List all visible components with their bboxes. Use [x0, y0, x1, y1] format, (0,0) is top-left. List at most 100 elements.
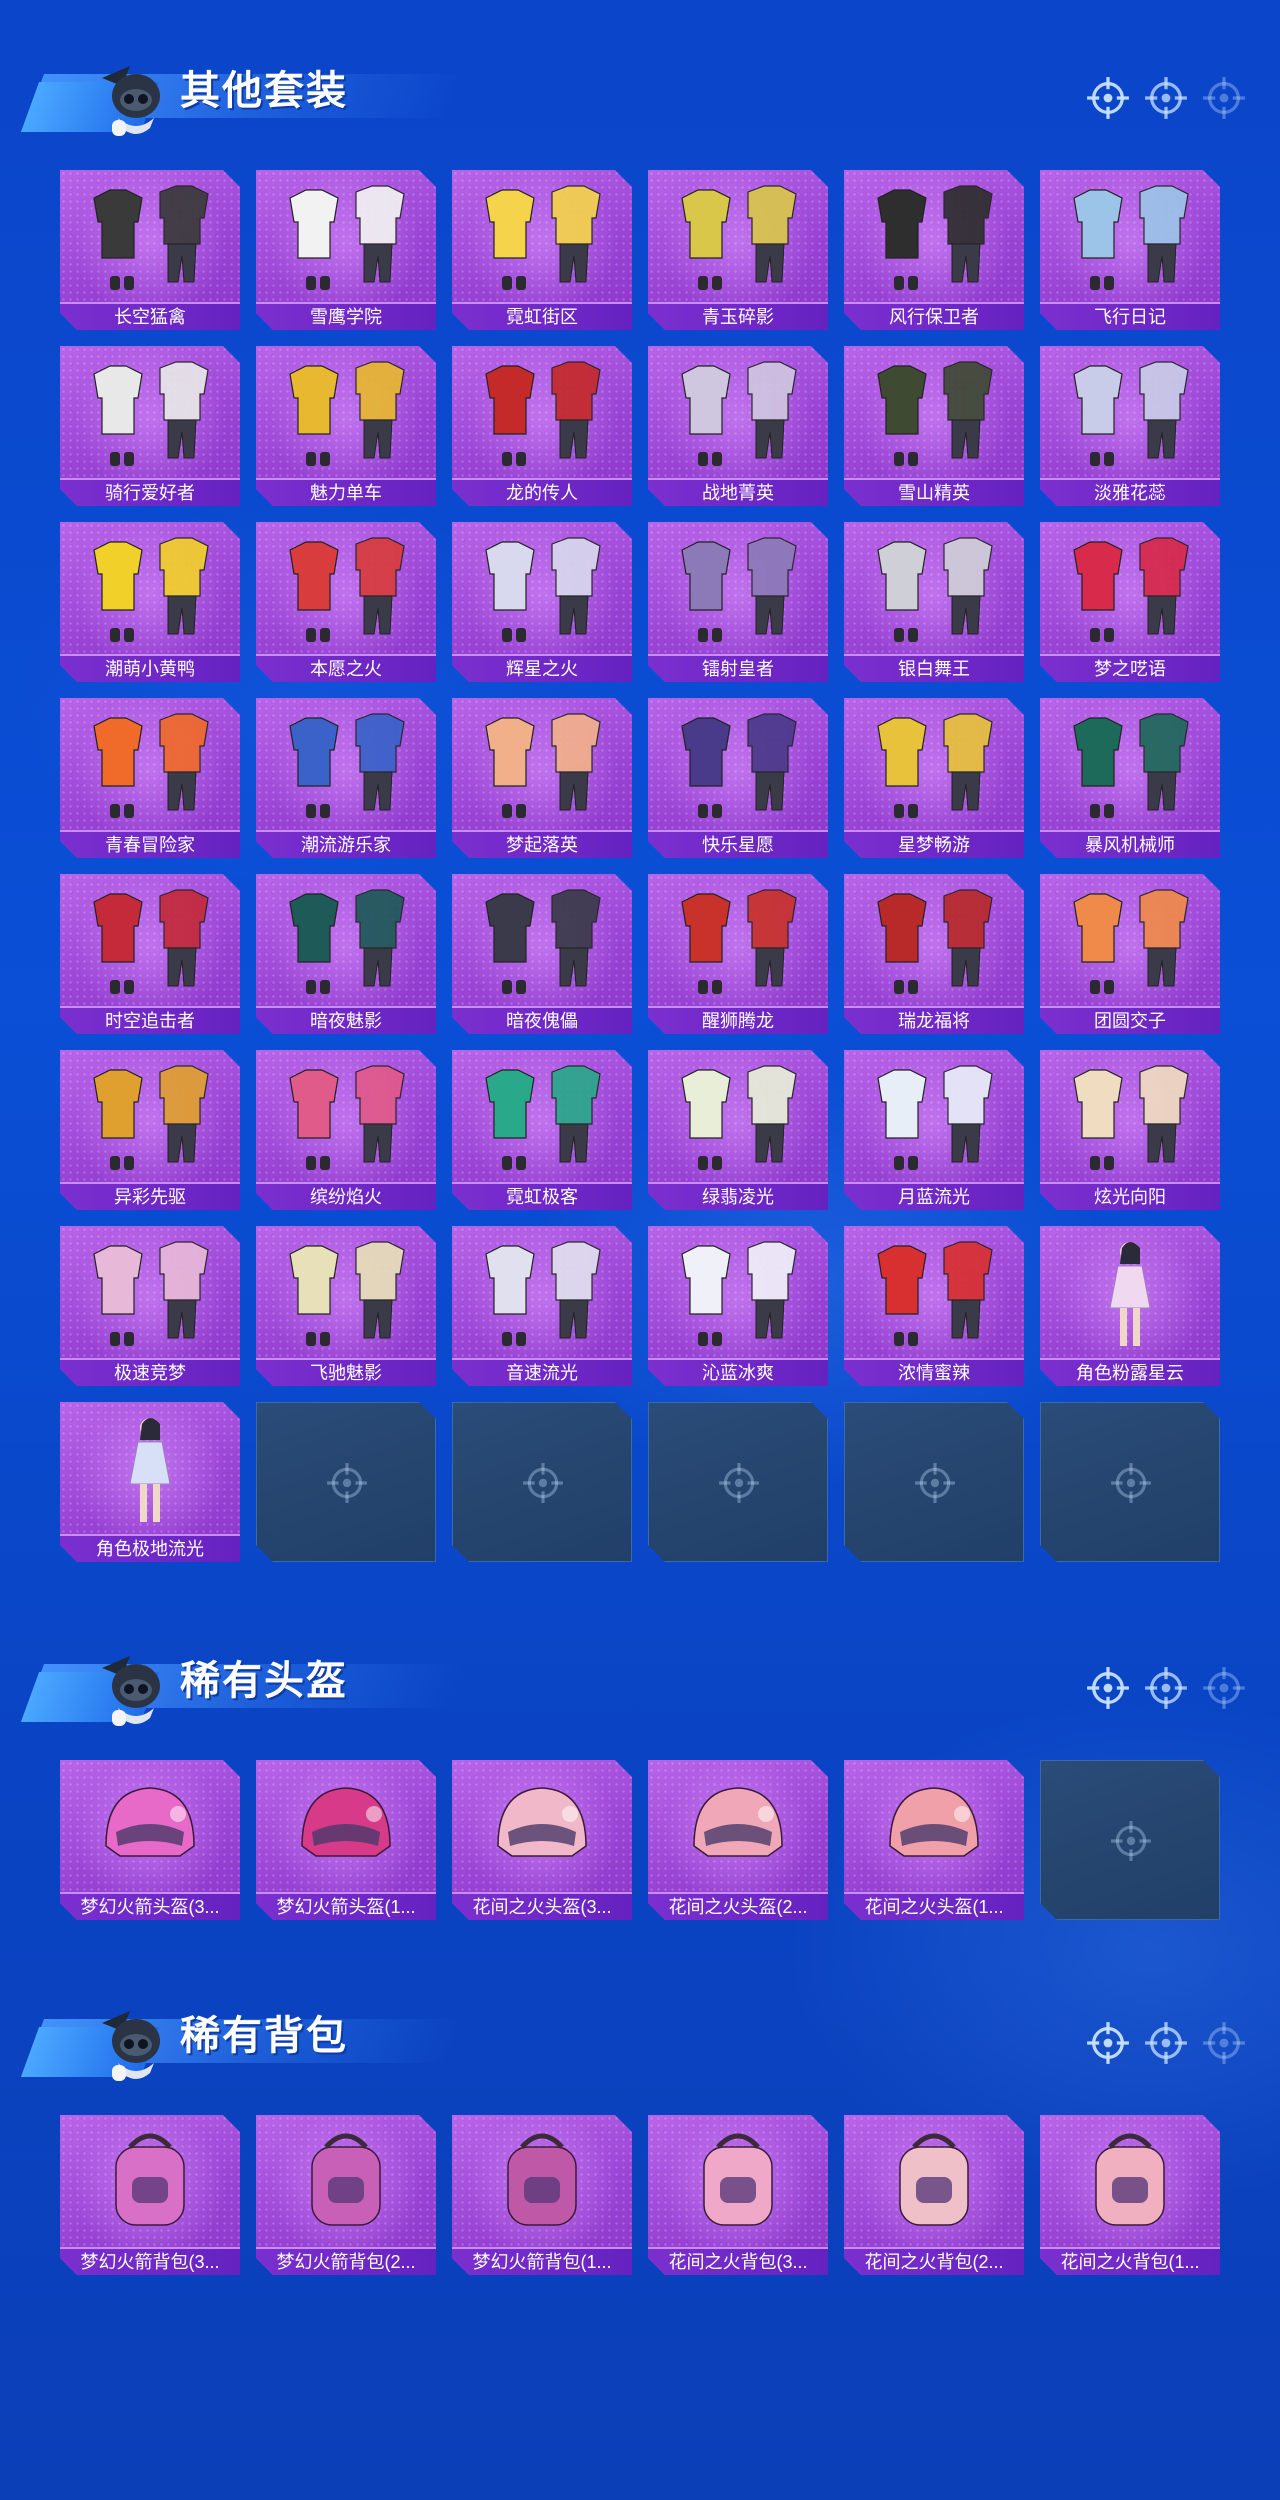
helmet-icon	[301, 1787, 391, 1857]
item-tile[interactable]: 潮流游乐家	[256, 698, 436, 858]
item-tile[interactable]: 龙的传人	[452, 346, 632, 506]
item-tile[interactable]: 醒狮腾龙	[648, 874, 828, 1034]
item-tile[interactable]: 浓情蜜辣	[844, 1226, 1024, 1386]
item-label: 角色粉露星云	[1040, 1358, 1220, 1386]
item-tile[interactable]: 暴风机械师	[1040, 698, 1220, 858]
item-label: 镭射皇者	[648, 654, 828, 682]
item-tile[interactable]: 沁蓝冰爽	[648, 1226, 828, 1386]
item-tile[interactable]: 瑞龙福将	[844, 874, 1024, 1034]
item-tile[interactable]: 长空猛禽	[60, 170, 240, 330]
item-tile[interactable]: 青玉碎影	[648, 170, 828, 330]
item-tile[interactable]: 花间之火背包(3...	[648, 2115, 828, 2275]
mascot-icon	[102, 66, 160, 136]
outfit-icon	[1073, 713, 1189, 818]
item-tile[interactable]: 梦幻火箭背包(3...	[60, 2115, 240, 2275]
item-tile[interactable]: 时空追击者	[60, 874, 240, 1034]
outfit-icon	[93, 185, 209, 290]
outfit-icon	[485, 185, 601, 290]
item-label: 异彩先驱	[60, 1182, 240, 1210]
item-tile[interactable]: 梦之呓语	[1040, 522, 1220, 682]
outfit-icon	[289, 713, 405, 818]
item-tile[interactable]: 霓虹极客	[452, 1050, 632, 1210]
outfit-icon	[877, 537, 993, 642]
item-tile[interactable]: 月蓝流光	[844, 1050, 1024, 1210]
item-tile[interactable]: 梦幻火箭头盔(1...	[256, 1760, 436, 1920]
item-label: 梦之呓语	[1040, 654, 1220, 682]
item-label: 醒狮腾龙	[648, 1006, 828, 1034]
section-header: 其他套装	[0, 30, 1280, 140]
item-tile[interactable]: 角色粉露星云	[1040, 1226, 1220, 1386]
item-tile[interactable]: 风行保卫者	[844, 170, 1024, 330]
item-tile[interactable]: 雪鹰学院	[256, 170, 436, 330]
item-tile[interactable]: 梦幻火箭头盔(3...	[60, 1760, 240, 1920]
item-tile[interactable]: 花间之火背包(2...	[844, 2115, 1024, 2275]
item-tile[interactable]: 梦起落英	[452, 698, 632, 858]
item-label: 梦起落英	[452, 830, 632, 858]
item-tile[interactable]: 团圆交子	[1040, 874, 1220, 1034]
crosshair-icon	[719, 1463, 759, 1503]
empty-slot	[1040, 1760, 1220, 1920]
item-label: 长空猛禽	[60, 302, 240, 330]
empty-slot	[452, 1402, 632, 1562]
item-tile[interactable]: 花间之火头盔(3...	[452, 1760, 632, 1920]
item-label: 月蓝流光	[844, 1182, 1024, 1210]
item-tile[interactable]: 淡雅花蕊	[1040, 346, 1220, 506]
item-tile[interactable]: 本愿之火	[256, 522, 436, 682]
outfit-icon	[289, 361, 405, 466]
item-tile[interactable]: 梦幻火箭背包(2...	[256, 2115, 436, 2275]
item-tile[interactable]: 雪山精英	[844, 346, 1024, 506]
item-tile[interactable]: 辉星之火	[452, 522, 632, 682]
item-tile[interactable]: 飞驰魅影	[256, 1226, 436, 1386]
item-tile[interactable]: 暗夜魅影	[256, 874, 436, 1034]
item-tile[interactable]: 角色极地流光	[60, 1402, 240, 1562]
item-tile[interactable]: 星梦畅游	[844, 698, 1024, 858]
item-tile[interactable]: 银白舞王	[844, 522, 1024, 682]
outfit-icon	[289, 1065, 405, 1170]
item-tile[interactable]: 缤纷焰火	[256, 1050, 436, 1210]
crosshair-icon	[915, 1463, 955, 1503]
item-tile[interactable]: 骑行爱好者	[60, 346, 240, 506]
item-tile[interactable]: 音速流光	[452, 1226, 632, 1386]
header-decor-icons	[1086, 2021, 1246, 2065]
item-label: 霓虹极客	[452, 1182, 632, 1210]
item-tile[interactable]: 极速竞梦	[60, 1226, 240, 1386]
header-decor-icons	[1086, 1666, 1246, 1710]
item-label: 辉星之火	[452, 654, 632, 682]
item-label: 团圆交子	[1040, 1006, 1220, 1034]
item-tile[interactable]: 潮萌小黄鸭	[60, 522, 240, 682]
section-0: 其他套装	[0, 30, 1280, 140]
item-tile[interactable]: 飞行日记	[1040, 170, 1220, 330]
item-tile[interactable]: 绿翡凌光	[648, 1050, 828, 1210]
item-label: 霓虹街区	[452, 302, 632, 330]
item-tile[interactable]: 异彩先驱	[60, 1050, 240, 1210]
item-tile[interactable]: 镭射皇者	[648, 522, 828, 682]
section-title: 其他套装	[180, 69, 348, 113]
item-label: 快乐星愿	[648, 830, 828, 858]
item-tile[interactable]: 炫光向阳	[1040, 1050, 1220, 1210]
item-label: 花间之火背包(2...	[844, 2247, 1024, 2275]
mascot-icon	[102, 1656, 160, 1726]
item-label: 青玉碎影	[648, 302, 828, 330]
outfit-icon	[485, 889, 601, 994]
item-tile[interactable]: 暗夜傀儡	[452, 874, 632, 1034]
item-tile[interactable]: 战地菁英	[648, 346, 828, 506]
item-label: 暗夜魅影	[256, 1006, 436, 1034]
item-label: 银白舞王	[844, 654, 1024, 682]
item-tile[interactable]: 花间之火头盔(2...	[648, 1760, 828, 1920]
item-label: 潮萌小黄鸭	[60, 654, 240, 682]
item-tile[interactable]: 霓虹街区	[452, 170, 632, 330]
item-tile[interactable]: 花间之火背包(1...	[1040, 2115, 1220, 2275]
outfit-icon	[93, 889, 209, 994]
item-tile[interactable]: 青春冒险家	[60, 698, 240, 858]
item-tile[interactable]: 魅力单车	[256, 346, 436, 506]
item-label: 风行保卫者	[844, 302, 1024, 330]
outfit-icon	[1073, 1065, 1189, 1170]
backpack-icon	[899, 2133, 969, 2226]
item-label: 雪山精英	[844, 478, 1024, 506]
crosshair-icon	[1087, 2022, 1129, 2064]
item-tile[interactable]: 花间之火头盔(1...	[844, 1760, 1024, 1920]
crosshair-icon	[1111, 1463, 1151, 1503]
item-tile[interactable]: 快乐星愿	[648, 698, 828, 858]
item-label: 缤纷焰火	[256, 1182, 436, 1210]
item-tile[interactable]: 梦幻火箭背包(1...	[452, 2115, 632, 2275]
